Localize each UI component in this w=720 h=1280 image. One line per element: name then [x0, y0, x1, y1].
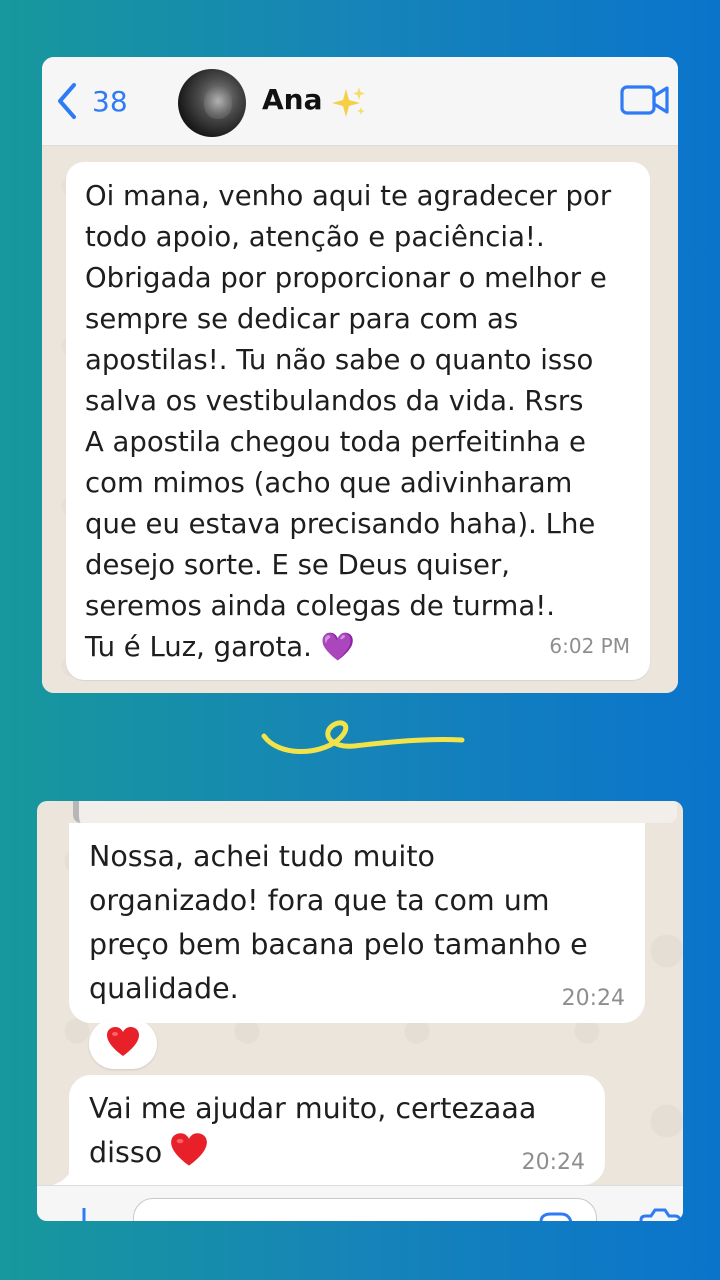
chevron-left-icon	[56, 82, 78, 120]
chat-screenshot-1: 38 Ana Oi mana, venho aqui te agradecer …	[42, 57, 678, 693]
red-heart-icon	[106, 1026, 140, 1062]
sticker-icon[interactable]	[537, 1212, 573, 1221]
message-text: Nossa, achei tudo muito organizado! fora…	[89, 840, 588, 1005]
chat-screenshot-2: Nossa, achei tudo muito organizado! fora…	[37, 801, 683, 1221]
unread-count: 38	[92, 84, 128, 118]
squiggle-divider	[261, 720, 465, 754]
plus-icon[interactable]	[73, 1208, 95, 1221]
avatar[interactable]	[178, 69, 246, 137]
message-time: 20:24	[561, 986, 625, 1011]
message-text: Vai me ajudar muito, certezaaa disso	[89, 1092, 537, 1169]
contact-name[interactable]: Ana	[262, 83, 323, 116]
chat-area: Oi mana, venho aqui te agradecer por tod…	[42, 146, 678, 693]
reaction-badge[interactable]	[89, 1019, 157, 1069]
video-call-button[interactable]	[620, 83, 670, 121]
message-bubble[interactable]: Nossa, achei tudo muito organizado! fora…	[69, 823, 645, 1023]
message-input-bar	[37, 1185, 683, 1221]
message-bubble[interactable]: Oi mana, venho aqui te agradecer por tod…	[66, 162, 650, 680]
red-heart-icon	[170, 1132, 208, 1181]
message-time: 6:02 PM	[549, 634, 630, 658]
sparkles-icon	[328, 85, 368, 121]
message-text: Oi mana, venho aqui te agradecer por tod…	[85, 180, 612, 663]
camera-icon[interactable]	[635, 1208, 682, 1221]
quoted-message[interactable]	[73, 801, 677, 823]
video-camera-icon	[620, 85, 670, 121]
back-button[interactable]: 38	[56, 81, 128, 121]
message-bubble[interactable]: Vai me ajudar muito, certezaaa disso 20:…	[53, 1075, 605, 1185]
message-input[interactable]	[133, 1198, 597, 1221]
chat-header: 38 Ana	[42, 57, 678, 146]
message-time: 20:24	[521, 1150, 585, 1175]
